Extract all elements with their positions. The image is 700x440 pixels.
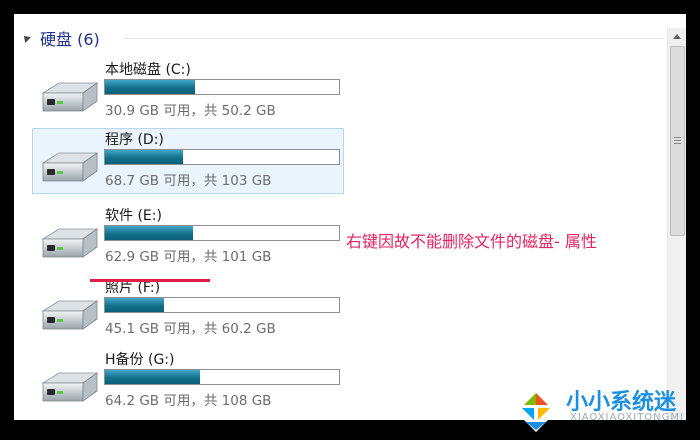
drive-item[interactable]: 本地磁盘 (C:) 30.9 GB 可用，共 50.2 GB [32, 58, 344, 124]
drive-usage-fill [105, 150, 183, 164]
drive-usage-fill [105, 80, 196, 94]
explorer-window: 硬盘 (6) 本地磁盘 (C:) 30.9 GB 可用，共 50.2 GB 程序 (… [14, 14, 686, 420]
hard-drive-icon [41, 152, 99, 182]
drive-capacity: 64.2 GB 可用，共 108 GB [105, 393, 272, 409]
hard-drive-icon [41, 82, 99, 112]
drive-usage-fill [105, 370, 200, 384]
hard-drive-icon [41, 228, 99, 258]
group-divider [124, 38, 664, 39]
scroll-up-arrow-icon[interactable] [673, 34, 681, 39]
drive-name: 软件 (E:) [105, 208, 162, 224]
annotation-text: 右键因故不能删除文件的磁盘- 属性 [346, 232, 597, 251]
collapse-arrow-icon[interactable] [21, 33, 31, 43]
drive-name: 本地磁盘 (C:) [105, 62, 191, 78]
annotation-underline [90, 279, 210, 282]
scroll-thumb[interactable] [670, 46, 685, 236]
drive-usage-bar [104, 225, 340, 241]
drive-usage-bar [104, 79, 340, 95]
drive-item[interactable]: 照片 (F:) 45.1 GB 可用，共 60.2 GB [32, 276, 344, 342]
drive-item[interactable]: 软件 (E:) 62.9 GB 可用，共 101 GB [32, 204, 344, 270]
drive-usage-fill [105, 298, 164, 312]
group-title: 硬盘 (6) [40, 30, 100, 49]
drive-capacity: 45.1 GB 可用，共 60.2 GB [105, 321, 276, 337]
watermark-subtext: XIAOXIAOXITONGMI [570, 412, 684, 423]
drive-usage-fill [105, 226, 194, 240]
group-header-hard-disks[interactable]: 硬盘 (6) [21, 26, 100, 50]
drive-usage-bar [104, 149, 340, 165]
drive-capacity: 30.9 GB 可用，共 50.2 GB [105, 103, 276, 119]
drive-capacity: 68.7 GB 可用，共 103 GB [105, 173, 272, 189]
drive-usage-bar [104, 297, 340, 313]
hard-drive-icon [41, 372, 99, 402]
drive-usage-bar [104, 369, 340, 385]
drive-capacity: 62.9 GB 可用，共 101 GB [105, 249, 272, 265]
drive-item[interactable]: 程序 (D:) 68.7 GB 可用，共 103 GB [32, 128, 344, 194]
windows-logo-icon [514, 390, 558, 432]
hard-drive-icon [41, 300, 99, 330]
drive-item[interactable]: H备份 (G:) 64.2 GB 可用，共 108 GB [32, 348, 344, 414]
drive-name: 程序 (D:) [105, 132, 164, 148]
drive-name: H备份 (G:) [105, 352, 175, 368]
vertical-scrollbar[interactable] [667, 28, 686, 420]
